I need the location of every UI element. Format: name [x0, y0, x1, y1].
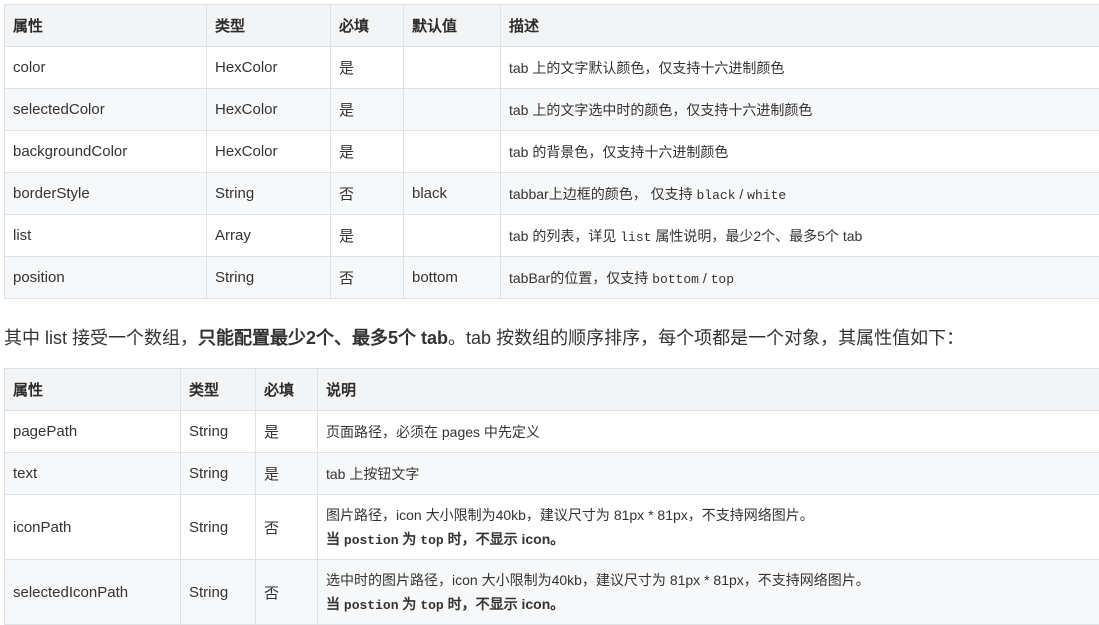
code-value: postion: [344, 533, 399, 548]
note-text: 当: [326, 596, 344, 612]
property-default: [404, 131, 501, 173]
paragraph-text: 其中 list 接受一个数组，: [4, 328, 198, 348]
column-header: 类型: [181, 369, 256, 411]
paragraph-emphasis: 只能配置最少2个、最多5个 tab: [198, 328, 448, 348]
property-required: 否: [331, 173, 404, 215]
column-header: 类型: [207, 5, 331, 47]
property-description: tabbar上边框的颜色， 仅支持 black / white: [501, 173, 1099, 215]
tabbar-properties-table: 属性 类型 必填 默认值 描述 color HexColor 是 tab 上的文…: [4, 4, 1099, 299]
property-type: String: [181, 453, 256, 495]
note-text: 时，不显示 icon。: [444, 596, 565, 612]
property-type: String: [181, 411, 256, 453]
property-type: String: [181, 495, 256, 560]
property-type: HexColor: [207, 131, 331, 173]
description-note: 当 postion 为 top 时，不显示 icon。: [326, 529, 1096, 549]
property-required: 是: [331, 47, 404, 89]
note-text: 时，不显示 icon。: [444, 531, 565, 547]
list-item-properties-table: 属性 类型 必填 说明 pagePath String 是 页面路径，必须在 p…: [4, 368, 1099, 625]
description-text: 选中时的图片路径，icon 大小限制为40kb，建议尺寸为 81px * 81p…: [326, 570, 1096, 590]
table-row: iconPath String 否 图片路径，icon 大小限制为40kb，建议…: [5, 495, 1099, 560]
table-row: backgroundColor HexColor 是 tab 的背景色，仅支持十…: [5, 131, 1099, 173]
property-description: 页面路径，必须在 pages 中先定义: [318, 411, 1099, 453]
separator: /: [699, 270, 711, 286]
code-value: postion: [344, 598, 399, 613]
property-required: 是: [256, 411, 318, 453]
column-header: 必填: [331, 5, 404, 47]
property-name: pagePath: [5, 411, 181, 453]
paragraph-text: 。tab 按数组的顺序排序，每个项都是一个对象，其属性值如下：: [448, 328, 964, 348]
property-description: 选中时的图片路径，icon 大小限制为40kb，建议尺寸为 81px * 81p…: [318, 560, 1099, 625]
property-type: String: [181, 560, 256, 625]
property-description: 图片路径，icon 大小限制为40kb，建议尺寸为 81px * 81px，不支…: [318, 495, 1099, 560]
property-name: backgroundColor: [5, 131, 207, 173]
property-description: tab 的列表，详见 list 属性说明，最少2个、最多5个 tab: [501, 215, 1099, 257]
property-type: HexColor: [207, 89, 331, 131]
table-header-row: 属性 类型 必填 默认值 描述: [5, 5, 1099, 47]
code-value: black: [696, 188, 735, 203]
column-header: 描述: [501, 5, 1099, 47]
note-text: 当: [326, 531, 344, 547]
list-description-paragraph: 其中 list 接受一个数组，只能配置最少2个、最多5个 tab。tab 按数组…: [4, 318, 1099, 358]
code-value: white: [747, 188, 786, 203]
property-description: tab 的背景色，仅支持十六进制颜色: [501, 131, 1099, 173]
code-value: top: [420, 598, 443, 613]
property-name: color: [5, 47, 207, 89]
code-value: list: [620, 230, 651, 245]
table-row: text String 是 tab 上按钮文字: [5, 453, 1099, 495]
property-description: tab 上的文字默认颜色，仅支持十六进制颜色: [501, 47, 1099, 89]
table-row: selectedIconPath String 否 选中时的图片路径，icon …: [5, 560, 1099, 625]
property-default: [404, 89, 501, 131]
separator: /: [736, 186, 748, 202]
property-default: black: [404, 173, 501, 215]
property-name: text: [5, 453, 181, 495]
column-header: 属性: [5, 369, 181, 411]
property-required: 是: [331, 215, 404, 257]
table-row: pagePath String 是 页面路径，必须在 pages 中先定义: [5, 411, 1099, 453]
property-name: iconPath: [5, 495, 181, 560]
description-text: tabbar上边框的颜色， 仅支持: [509, 186, 696, 202]
property-name: borderStyle: [5, 173, 207, 215]
column-header: 属性: [5, 5, 207, 47]
property-type: HexColor: [207, 47, 331, 89]
property-name: list: [5, 215, 207, 257]
property-required: 是: [256, 453, 318, 495]
property-required: 是: [331, 131, 404, 173]
property-type: String: [207, 173, 331, 215]
note-text: 为: [399, 596, 421, 612]
code-value: bottom: [652, 272, 699, 287]
property-required: 否: [256, 560, 318, 625]
property-default: [404, 215, 501, 257]
property-name: selectedColor: [5, 89, 207, 131]
note-text: 为: [399, 531, 421, 547]
description-text: tab 的列表，详见: [509, 228, 620, 244]
table-row: color HexColor 是 tab 上的文字默认颜色，仅支持十六进制颜色: [5, 47, 1099, 89]
property-description: tab 上的文字选中时的颜色，仅支持十六进制颜色: [501, 89, 1099, 131]
column-header: 说明: [318, 369, 1099, 411]
code-value: top: [711, 272, 734, 287]
property-type: Array: [207, 215, 331, 257]
property-required: 否: [331, 257, 404, 299]
property-name: selectedIconPath: [5, 560, 181, 625]
property-description: tabBar的位置，仅支持 bottom / top: [501, 257, 1099, 299]
table-row: selectedColor HexColor 是 tab 上的文字选中时的颜色，…: [5, 89, 1099, 131]
table-row: position String 否 bottom tabBar的位置，仅支持 b…: [5, 257, 1099, 299]
column-header: 必填: [256, 369, 318, 411]
table-row: list Array 是 tab 的列表，详见 list 属性说明，最少2个、最…: [5, 215, 1099, 257]
column-header: 默认值: [404, 5, 501, 47]
property-type: String: [207, 257, 331, 299]
property-description: tab 上按钮文字: [318, 453, 1099, 495]
description-text: 图片路径，icon 大小限制为40kb，建议尺寸为 81px * 81px，不支…: [326, 505, 1096, 525]
code-value: top: [420, 533, 443, 548]
description-text: tabBar的位置，仅支持: [509, 270, 652, 286]
property-default: [404, 47, 501, 89]
table-header-row: 属性 类型 必填 说明: [5, 369, 1099, 411]
property-required: 否: [256, 495, 318, 560]
property-default: bottom: [404, 257, 501, 299]
property-required: 是: [331, 89, 404, 131]
property-name: position: [5, 257, 207, 299]
table-row: borderStyle String 否 black tabbar上边框的颜色，…: [5, 173, 1099, 215]
description-note: 当 postion 为 top 时，不显示 icon。: [326, 594, 1096, 614]
description-text: 属性说明，最少2个、最多5个 tab: [651, 228, 862, 244]
